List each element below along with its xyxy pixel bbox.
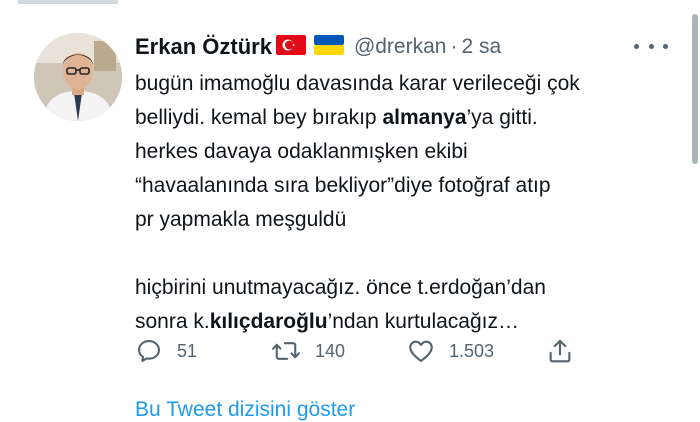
tweet-timestamp[interactable]: 2 sa (461, 35, 501, 59)
tweet-text-line: pr yapmakla meşguldü (135, 208, 347, 231)
reply-icon (138, 340, 160, 362)
retweet-icon (272, 342, 300, 360)
bold-text-segment: almanya (382, 106, 467, 129)
author-handle[interactable]: @drerkan (354, 35, 447, 59)
text-segment: belliydi. kemal bey bırakıp (135, 106, 383, 129)
like-button[interactable]: 1.503 (407, 334, 494, 368)
tweet-text-line: hiçbirini unutmayacağız. önce t.erdoğan’… (135, 276, 546, 299)
top-divider (18, 0, 118, 4)
share-icon (549, 339, 571, 363)
reply-button[interactable]: 51 (135, 334, 197, 368)
bold-text-segment: kılıçdaroğlu (209, 310, 328, 333)
tweet-text-line: “havaalanında sıra bekliyor”diye fotoğra… (135, 174, 551, 197)
text-segment: ’ndan kurtulacağız… (327, 310, 520, 333)
heart-icon (409, 340, 433, 362)
author-name[interactable]: Erkan Öztürk (135, 34, 272, 60)
separator-dot: · (450, 35, 458, 58)
tweet-actions: 51 140 1.503 (135, 334, 585, 368)
reply-count: 51 (177, 340, 198, 361)
tweet-text: bugün imamoğlu davasında karar verileceğ… (135, 67, 675, 339)
show-thread-link[interactable]: Bu Tweet dizisini göster (135, 398, 355, 422)
retweet-count: 140 (315, 340, 346, 361)
tweet-header: Erkan Öztürk @drerkan · 2 sa (135, 30, 501, 64)
turkey-flag-icon (275, 34, 306, 60)
retweet-button[interactable]: 140 (271, 334, 345, 368)
avatar-image (34, 33, 122, 121)
like-count: 1.503 (449, 340, 495, 361)
text-segment: ’ya gitti. (466, 106, 538, 129)
tweet-text-line: herkes davaya odaklanmışken ekibi (135, 140, 468, 163)
avatar[interactable] (34, 33, 122, 121)
more-options-icon[interactable] (634, 36, 668, 56)
scrollbar[interactable] (692, 14, 698, 164)
tweet-text-line: bugün imamoğlu davasında karar verileceğ… (135, 72, 580, 95)
ukraine-flag-icon (313, 34, 344, 60)
text-segment: sonra k. (135, 310, 210, 333)
tweet-text-line: belliydi. kemal bey bırakıp almanya’ya g… (135, 101, 675, 135)
share-button[interactable] (546, 334, 574, 368)
